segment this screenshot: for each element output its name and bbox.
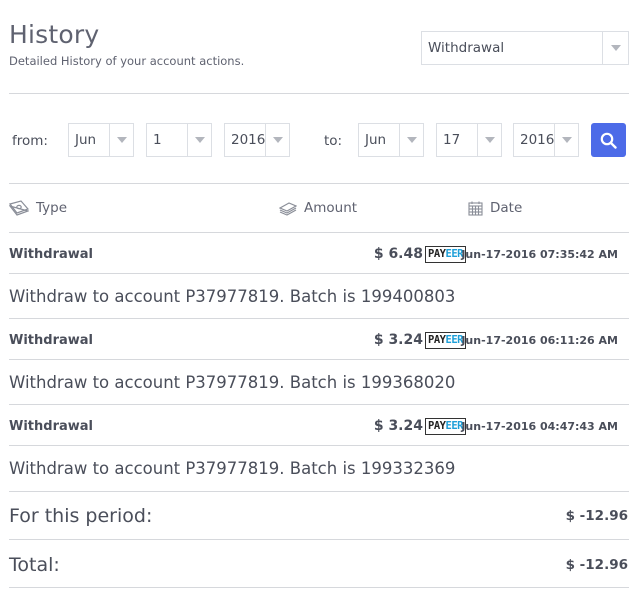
- row-amount: $ 6.48: [373, 246, 423, 262]
- type-filter-select[interactable]: Withdrawal: [421, 31, 629, 65]
- table-row: Withdrawal $ 3.24 PAY EER Jun-17-2016 06:…: [9, 320, 629, 360]
- column-header-date: Date: [468, 200, 522, 216]
- page-subtitle: Detailed History of your account actions…: [9, 54, 245, 68]
- divider: [9, 491, 629, 492]
- period-total-value: $ -12.96: [565, 508, 628, 524]
- row-amount: $ 3.24: [373, 418, 423, 434]
- row-description: Withdraw to account P37977819. Batch is …: [9, 373, 456, 392]
- page-title: History: [9, 20, 100, 49]
- to-year-select[interactable]: 2016: [513, 123, 579, 157]
- column-header-type-label: Type: [36, 200, 68, 216]
- grand-total-value: $ -12.96: [565, 557, 628, 573]
- to-day-select[interactable]: 17: [436, 123, 502, 157]
- divider: [9, 539, 629, 540]
- from-day-select[interactable]: 1: [146, 123, 212, 157]
- divider: [9, 318, 629, 319]
- payeer-logo: PAY EER: [425, 331, 466, 349]
- column-header-amount: Amount: [279, 200, 357, 216]
- payeer-logo: PAY EER: [425, 417, 466, 435]
- column-header-date-label: Date: [490, 200, 523, 216]
- row-date: Jun-17-2016 06:11:26 AM: [461, 333, 618, 347]
- search-icon: [600, 132, 617, 149]
- column-header-amount-label: Amount: [304, 200, 358, 216]
- divider: [9, 404, 629, 405]
- row-type: Withdrawal: [9, 246, 93, 262]
- money-bill-icon: [9, 200, 29, 216]
- divider: [9, 232, 629, 233]
- chevron-down-icon: [109, 124, 133, 156]
- divider: [9, 183, 629, 184]
- calendar-icon: [468, 201, 483, 216]
- divider: [9, 273, 629, 274]
- to-year-value: 2016: [520, 132, 555, 148]
- chevron-down-icon: [399, 124, 423, 156]
- grand-total-label: Total:: [9, 554, 60, 576]
- from-month-value: Jun: [75, 132, 97, 148]
- row-type: Withdrawal: [9, 418, 93, 434]
- divider: [9, 587, 629, 588]
- row-date: Jun-17-2016 07:35:42 AM: [461, 247, 618, 261]
- to-month-select[interactable]: Jun: [358, 123, 424, 157]
- chevron-down-icon: [477, 124, 501, 156]
- from-year-value: 2016: [231, 132, 266, 148]
- to-label: to:: [324, 133, 343, 149]
- divider: [9, 359, 629, 360]
- row-amount: $ 3.24: [373, 332, 423, 348]
- row-description: Withdraw to account P37977819. Batch is …: [9, 459, 456, 478]
- from-year-select[interactable]: 2016: [224, 123, 290, 157]
- row-date: Jun-17-2016 04:47:43 AM: [461, 419, 618, 433]
- divider: [9, 445, 629, 446]
- table-row: Withdrawal $ 3.24 PAY EER Jun-17-2016 04:…: [9, 406, 629, 446]
- row-type: Withdrawal: [9, 332, 93, 348]
- from-day-value: 1: [153, 132, 162, 148]
- to-day-value: 17: [443, 132, 461, 148]
- row-description: Withdraw to account P37977819. Batch is …: [9, 287, 456, 306]
- column-header-type: Type: [9, 200, 67, 216]
- chevron-down-icon: [602, 32, 628, 64]
- table-row: Withdrawal $ 6.48 PAY EER Jun-17-2016 07:…: [9, 234, 629, 274]
- chevron-down-icon: [187, 124, 211, 156]
- to-month-value: Jun: [365, 132, 387, 148]
- from-label: from:: [12, 133, 48, 149]
- chevron-down-icon: [554, 124, 578, 156]
- from-month-select[interactable]: Jun: [68, 123, 134, 157]
- divider: [9, 93, 629, 94]
- type-filter-value: Withdrawal: [428, 40, 505, 56]
- search-button[interactable]: [591, 123, 626, 157]
- chevron-down-icon: [265, 124, 289, 156]
- payeer-logo: PAY EER: [425, 245, 466, 263]
- money-stack-icon: [279, 202, 297, 216]
- period-total-label: For this period:: [9, 505, 153, 527]
